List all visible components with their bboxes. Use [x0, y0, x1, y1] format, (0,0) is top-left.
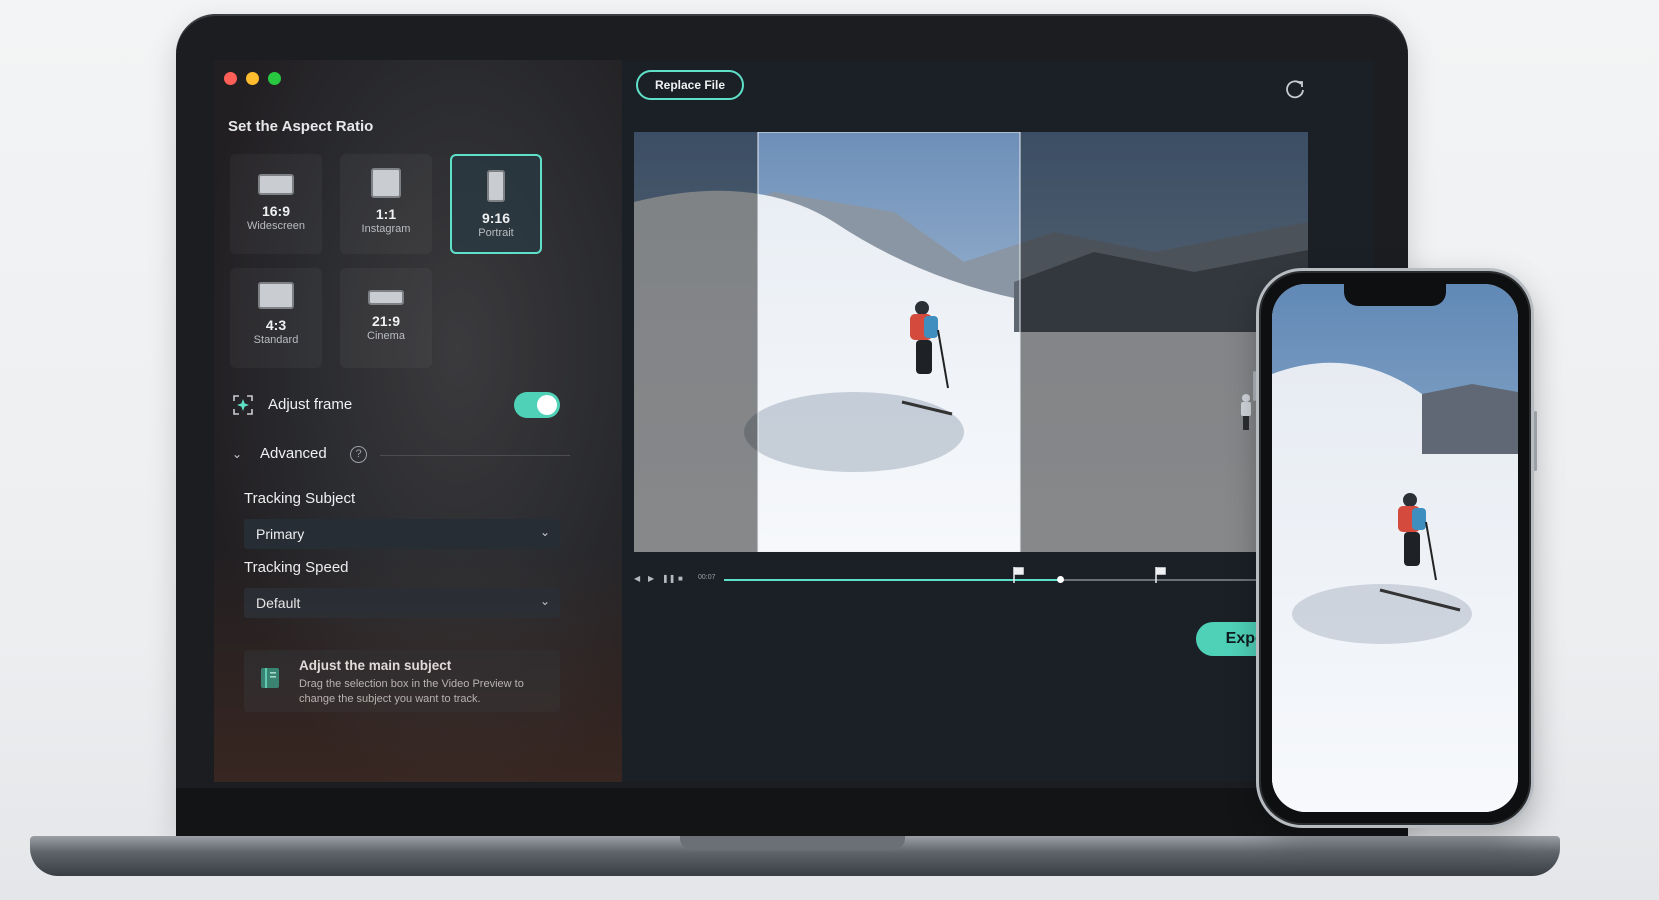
phone-volume-button	[1253, 371, 1256, 401]
video-preview[interactable]	[634, 132, 1308, 552]
ratio-value: 1:1	[375, 206, 397, 222]
ratio-value: 4:3	[265, 317, 287, 333]
flag-marker-icon[interactable]	[1154, 567, 1166, 583]
playhead-handle[interactable]	[1057, 576, 1064, 583]
hint-title: Adjust the main subject	[299, 658, 452, 673]
ratio-value: 21:9	[371, 313, 401, 329]
chevron-down-icon: ⌄	[232, 447, 243, 461]
adjust-subject-hint: Adjust the main subject Drag the selecti…	[244, 650, 560, 712]
phone-notch	[1344, 284, 1446, 306]
ratio-value: 16:9	[261, 203, 291, 219]
book-icon	[261, 668, 279, 688]
pause-icon[interactable]: ❚❚	[662, 574, 675, 583]
adjust-frame-icon	[233, 395, 253, 415]
cinema-icon	[368, 290, 404, 305]
aspect-ratio-title: Set the Aspect Ratio	[228, 118, 374, 135]
minimize-window-button[interactable]	[246, 72, 259, 85]
phone-power-button	[1534, 411, 1537, 471]
settings-panel: Set the Aspect Ratio 16:9 Widescreen 1:1…	[214, 60, 622, 782]
aspect-ratio-grid: 16:9 Widescreen 1:1 Instagram 9:16 Portr…	[230, 154, 570, 394]
laptop-hinge-notch	[680, 836, 905, 850]
adjust-frame-toggle[interactable]	[514, 392, 560, 418]
ski-scene-image	[634, 132, 1308, 552]
tracking-speed-label: Tracking Speed	[244, 559, 349, 576]
adjust-frame-row: Adjust frame	[232, 392, 562, 420]
widescreen-icon	[258, 174, 294, 195]
ratio-value: 9:16	[481, 210, 511, 226]
close-window-button[interactable]	[224, 72, 237, 85]
adjust-frame-label: Adjust frame	[268, 396, 353, 413]
chevron-down-icon: ⌄	[539, 594, 550, 608]
laptop-chin	[176, 788, 1408, 836]
ratio-card-16-9[interactable]: 16:9 Widescreen	[230, 154, 322, 254]
ratio-name: Standard	[253, 334, 299, 346]
timeline-track[interactable]	[724, 567, 1284, 583]
window-controls	[224, 72, 281, 85]
square-icon	[371, 168, 401, 198]
portrait-icon	[487, 170, 505, 202]
flag-marker-icon[interactable]	[1012, 567, 1024, 583]
advanced-section-header[interactable]: ⌄ Advanced ?	[232, 445, 572, 467]
ratio-name: Instagram	[361, 223, 411, 235]
maximize-window-button[interactable]	[268, 72, 281, 85]
ratio-name: Portrait	[478, 227, 514, 239]
help-icon[interactable]: ?	[350, 446, 367, 463]
phone-screen	[1272, 284, 1518, 812]
tracking-speed-value: Default	[256, 595, 301, 611]
chevron-down-icon: ⌄	[539, 525, 550, 539]
ratio-name: Cinema	[367, 330, 405, 342]
advanced-label: Advanced	[260, 445, 327, 462]
tracking-subject-select[interactable]: Primary ⌄	[244, 519, 560, 549]
replace-file-button[interactable]: Replace File	[636, 70, 744, 100]
ratio-card-1-1[interactable]: 1:1 Instagram	[340, 154, 432, 254]
toggle-knob	[537, 395, 557, 415]
ratio-card-21-9[interactable]: 21:9 Cinema	[340, 268, 432, 368]
timecode: 00:07	[698, 574, 716, 581]
divider	[380, 455, 570, 456]
timeline-progress	[724, 579, 1060, 581]
hint-text: Drag the selection box in the Video Prev…	[299, 678, 524, 705]
tracking-subject-value: Primary	[256, 526, 305, 542]
refresh-icon[interactable]	[1284, 78, 1306, 100]
ratio-card-4-3[interactable]: 4:3 Standard	[230, 268, 322, 368]
ratio-name: Widescreen	[246, 220, 306, 232]
play-icon[interactable]: ▶	[648, 574, 654, 583]
ratio-card-9-16[interactable]: 9:16 Portrait	[450, 154, 542, 254]
portrait-ski-image	[1272, 284, 1518, 812]
tracking-speed-select[interactable]: Default ⌄	[244, 588, 560, 618]
app-window: Set the Aspect Ratio 16:9 Widescreen 1:1…	[214, 60, 1374, 782]
stop-icon[interactable]: ■	[678, 574, 683, 583]
standard-icon	[258, 282, 294, 309]
phone-mockup	[1253, 268, 1537, 828]
tracking-subject-label: Tracking Subject	[244, 490, 356, 507]
rewind-icon[interactable]: ◀	[634, 574, 640, 583]
